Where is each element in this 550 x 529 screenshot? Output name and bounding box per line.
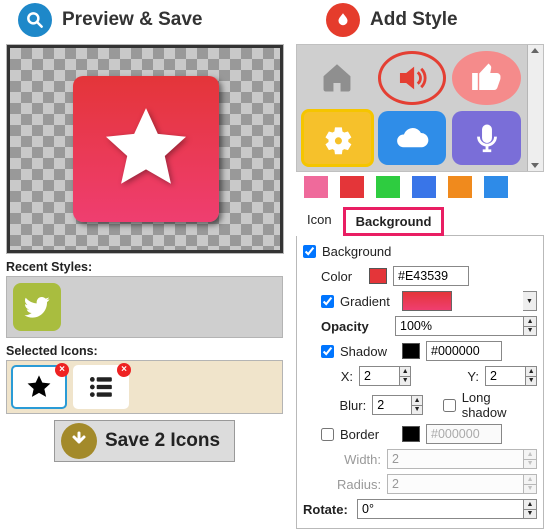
download-icon — [61, 423, 97, 459]
width-label: Width: — [337, 452, 381, 467]
thumb-icon — [470, 61, 504, 95]
x-label: X: — [337, 369, 353, 384]
shadow-label: Shadow — [340, 344, 396, 359]
remove-icon[interactable]: × — [55, 363, 69, 377]
style-tile-mic[interactable] — [452, 111, 521, 165]
rotate-spinner[interactable]: ▲▼ — [523, 500, 536, 518]
add-style-title: Add Style — [370, 9, 458, 31]
tab-bar: Icon Background — [296, 206, 544, 235]
style-tile-volume[interactable] — [378, 51, 447, 105]
background-panel: Background Color Gradient ▼ Opacity ▲▼ S… — [296, 235, 544, 529]
width-spinner: ▲▼ — [523, 450, 536, 468]
mic-icon — [470, 121, 504, 155]
selected-icons-label: Selected Icons: — [6, 344, 283, 358]
y-input[interactable] — [486, 367, 525, 385]
preview-title: Preview & Save — [62, 9, 202, 31]
style-tile-thumb[interactable] — [452, 51, 521, 105]
swatch-0[interactable] — [304, 176, 328, 198]
y-label: Y: — [463, 369, 479, 384]
swatch-5[interactable] — [484, 176, 508, 198]
recent-style-item[interactable] — [13, 283, 61, 331]
opacity-label: Opacity — [321, 319, 389, 334]
x-input[interactable] — [360, 367, 399, 385]
gradient-checkbox[interactable] — [321, 295, 334, 308]
selected-icons-box: × × — [6, 360, 283, 414]
selected-icon-star[interactable]: × — [11, 365, 67, 409]
rotate-input[interactable] — [358, 500, 523, 518]
recent-styles-label: Recent Styles: — [6, 260, 283, 274]
preview-icon-card — [73, 76, 219, 222]
droplet-icon — [326, 3, 360, 37]
swatch-1[interactable] — [340, 176, 364, 198]
style-tile-gear[interactable] — [303, 111, 372, 165]
width-input — [388, 450, 523, 468]
background-checkbox[interactable] — [303, 245, 316, 258]
border-color-input — [426, 424, 502, 444]
blur-input[interactable] — [373, 396, 411, 414]
twitter-icon — [22, 292, 52, 322]
style-tile-home[interactable] — [303, 51, 372, 105]
magnify-icon — [18, 3, 52, 37]
color-swatch[interactable] — [369, 268, 387, 284]
radius-spinner: ▲▼ — [523, 475, 536, 493]
blur-spinner[interactable]: ▲▼ — [411, 396, 422, 414]
save-button[interactable]: Save 2 Icons — [54, 420, 235, 462]
background-label: Background — [322, 244, 391, 259]
recent-styles-box — [6, 276, 283, 338]
preview-canvas — [6, 44, 284, 254]
star-icon — [95, 100, 197, 198]
blur-label: Blur: — [337, 398, 366, 413]
border-label: Border — [340, 427, 396, 442]
add-style-heading: Add Style — [290, 0, 550, 44]
rotate-label: Rotate: — [303, 502, 351, 517]
opacity-spinner[interactable]: ▲▼ — [523, 317, 536, 335]
swatch-2[interactable] — [376, 176, 400, 198]
shadow-color-swatch[interactable] — [402, 343, 420, 359]
swatch-4[interactable] — [448, 176, 472, 198]
gradient-label: Gradient — [340, 294, 396, 309]
gallery-scrollbar[interactable] — [527, 45, 543, 171]
selected-icon-list[interactable]: × — [73, 365, 129, 409]
volume-icon — [395, 61, 429, 95]
tab-background[interactable]: Background — [343, 207, 445, 236]
border-checkbox[interactable] — [321, 428, 334, 441]
border-color-swatch[interactable] — [402, 426, 420, 442]
tab-icon[interactable]: Icon — [296, 207, 343, 236]
swatch-3[interactable] — [412, 176, 436, 198]
long-shadow-label: Long shadow — [462, 390, 537, 420]
style-tile-cloud[interactable] — [378, 111, 447, 165]
y-spinner[interactable]: ▲▼ — [525, 367, 536, 385]
radius-label: Radius: — [337, 477, 381, 492]
save-button-label: Save 2 Icons — [105, 430, 220, 452]
preview-heading: Preview & Save — [0, 0, 289, 44]
star-icon — [25, 373, 53, 401]
gradient-dropdown[interactable]: ▼ — [523, 291, 537, 311]
color-input[interactable] — [393, 266, 469, 286]
shadow-color-input[interactable] — [426, 341, 502, 361]
home-icon — [320, 61, 354, 95]
color-label: Color — [321, 269, 363, 284]
remove-icon[interactable]: × — [117, 363, 131, 377]
color-swatches — [304, 176, 544, 198]
gradient-preview[interactable] — [402, 291, 452, 311]
gear-icon — [320, 121, 354, 155]
style-gallery — [296, 44, 544, 172]
shadow-checkbox[interactable] — [321, 345, 334, 358]
x-spinner[interactable]: ▲▼ — [399, 367, 410, 385]
radius-input — [388, 475, 523, 493]
cloud-icon — [395, 121, 429, 155]
long-shadow-checkbox[interactable] — [443, 399, 456, 412]
list-icon — [86, 374, 116, 400]
opacity-input[interactable] — [396, 317, 523, 335]
